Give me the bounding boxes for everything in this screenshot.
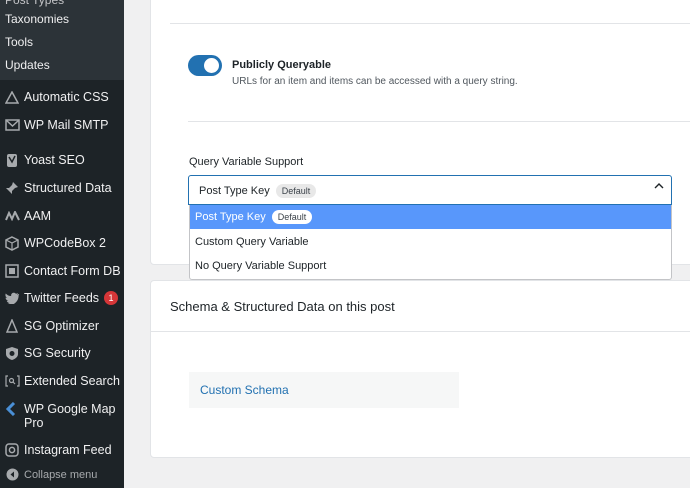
custom-schema-label: Custom Schema: [200, 383, 289, 397]
yoast-icon: [0, 152, 24, 168]
default-chip: Default: [271, 210, 313, 224]
sidebar-item-label: Yoast SEO: [24, 153, 85, 167]
sidebar-item-twitter-feeds[interactable]: Twitter Feeds 1: [0, 290, 124, 306]
sidebar-item-label: SG Security: [24, 346, 91, 360]
select-value-text: Post Type Key: [199, 185, 270, 197]
collapse-icon: [0, 468, 24, 481]
db-icon: [0, 263, 24, 279]
sidebar-item-label: Contact Form DB: [24, 264, 121, 278]
submenu-item-cut[interactable]: Post Types: [5, 0, 64, 7]
sidebar-item-label: WPCodeBox 2: [24, 236, 106, 250]
collapse-menu-label: Collapse menu: [24, 468, 98, 481]
notification-badge: 1: [104, 291, 119, 305]
sidebar-item-label: WP Google Map Pro: [24, 402, 116, 430]
option-no-query-variable[interactable]: No Query Variable Support: [190, 254, 671, 278]
toggle-knob: [204, 58, 219, 73]
query-variable-select[interactable]: Post Type Key Default: [188, 175, 672, 205]
option-label: No Query Variable Support: [195, 260, 327, 272]
sidebar-item-sg-security[interactable]: SG Security: [0, 345, 124, 361]
option-custom-query-variable[interactable]: Custom Query Variable: [190, 230, 671, 254]
aam-icon: [0, 208, 24, 224]
pin-icon: [0, 180, 24, 196]
map-icon: [0, 401, 24, 417]
sidebar-item-aam[interactable]: AAM: [0, 208, 124, 224]
sidebar-item-wp-mail-smtp[interactable]: WP Mail SMTP: [0, 117, 124, 133]
sidebar-item-sg-optimizer[interactable]: SG Optimizer: [0, 318, 124, 334]
sidebar-item-label: SG Optimizer: [24, 319, 100, 333]
sidebar-item-label: AAM: [24, 209, 52, 223]
option-label: Custom Query Variable: [195, 236, 309, 248]
chevron-up-icon: [654, 183, 664, 189]
submenu-item-taxonomies[interactable]: Taxonomies: [5, 12, 69, 26]
option-post-type-key[interactable]: Post Type Key Default: [190, 205, 671, 229]
sidebar-item-wpcodebox[interactable]: WPCodeBox 2: [0, 235, 124, 251]
query-variable-label: Query Variable Support: [189, 156, 304, 168]
select-value: Post Type Key Default: [199, 184, 317, 198]
custom-schema-tab[interactable]: Custom Schema: [189, 372, 459, 408]
sidebar-item-label: Instagram Feed: [24, 443, 112, 457]
mail-icon: [0, 117, 24, 133]
option-label: Post Type Key: [195, 211, 266, 223]
triangle-icon: [0, 89, 24, 105]
submenu-item-tools[interactable]: Tools: [5, 35, 33, 49]
sidebar-item-structured-data[interactable]: Structured Data: [0, 180, 124, 196]
divider: [151, 331, 690, 332]
default-chip: Default: [275, 184, 317, 198]
instagram-icon: [0, 442, 24, 458]
twitter-icon: [0, 290, 24, 306]
admin-sidebar: Post Types Taxonomies Tools Updates Auto…: [0, 0, 124, 488]
toggle-title: Publicly Queryable: [232, 59, 332, 71]
sidebar-item-label: Automatic CSS: [24, 90, 109, 104]
sidebar-item-label: Structured Data: [24, 181, 112, 195]
sidebar-item-yoast-seo[interactable]: Yoast SEO: [0, 152, 124, 168]
cube-icon: [0, 235, 24, 251]
divider: [188, 121, 690, 122]
toggle-description: URLs for an item and items can be access…: [232, 76, 518, 87]
schema-section-title: Schema & Structured Data on this post: [170, 299, 395, 314]
sidebar-item-automatic-css[interactable]: Automatic CSS: [0, 89, 124, 105]
publicly-queryable-toggle[interactable]: [188, 55, 222, 76]
sidebar-item-extended-search[interactable]: Extended Search: [0, 373, 124, 389]
sidebar-item-wp-google-map[interactable]: WP Google Map Pro: [0, 401, 124, 430]
sidebar-item-label: Extended Search: [24, 374, 120, 388]
sidebar-item-label: Twitter Feeds 1: [24, 290, 119, 305]
twitter-feeds-label: Twitter Feeds: [24, 291, 100, 305]
search-bracket-icon: [0, 373, 24, 389]
collapse-menu-button[interactable]: Collapse menu: [0, 468, 124, 481]
sidebar-item-instagram-feed[interactable]: Instagram Feed: [0, 442, 124, 458]
submenu-item-updates[interactable]: Updates: [5, 58, 50, 72]
sidebar-item-label: WP Mail SMTP: [24, 118, 109, 132]
shield-icon: [0, 345, 24, 361]
sg-icon: [0, 318, 24, 334]
divider: [170, 23, 690, 24]
select-dropdown: Post Type Key Default Custom Query Varia…: [189, 205, 672, 280]
sidebar-item-contact-form-db[interactable]: Contact Form DB: [0, 263, 124, 279]
